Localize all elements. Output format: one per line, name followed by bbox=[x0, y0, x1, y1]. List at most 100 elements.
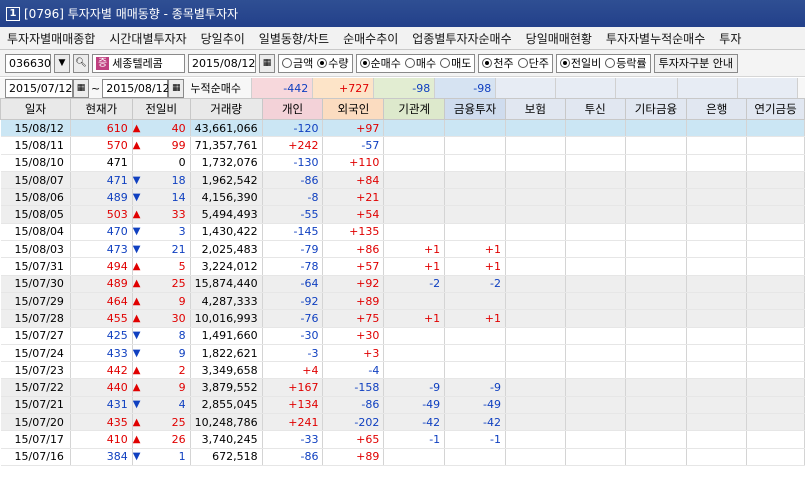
cell-trust bbox=[565, 327, 626, 345]
radio-net-buy[interactable]: 순매수 bbox=[359, 55, 401, 71]
tab-net-buy-trend[interactable]: 순매수추이 bbox=[336, 30, 405, 47]
tab-more[interactable]: 투자 bbox=[712, 30, 748, 47]
dropdown-arrow-icon[interactable]: ▼ bbox=[54, 53, 70, 73]
cell-price: 503 bbox=[70, 205, 133, 224]
tab-daily-chart[interactable]: 일별동향/차트 bbox=[252, 30, 336, 47]
tab-cumulative-net-buy[interactable]: 투자자별누적순매수 bbox=[599, 30, 712, 47]
radio-circle-icon bbox=[517, 58, 528, 68]
col-insurance[interactable]: 보험 bbox=[505, 98, 566, 120]
table-row[interactable]: 15/08/06 489 ▼ 14 4,156,390 -8 +21 bbox=[0, 188, 805, 207]
cell-other-fin bbox=[625, 223, 688, 242]
cell-bank bbox=[686, 171, 748, 190]
cell-other-fin bbox=[625, 378, 688, 397]
cell-other-fin bbox=[625, 188, 688, 207]
up-triangle-icon: ▲ bbox=[132, 433, 141, 445]
col-price[interactable]: 현재가 bbox=[69, 98, 133, 120]
cell-foreign: -86 bbox=[322, 396, 385, 415]
col-foreign[interactable]: 외국인 bbox=[322, 98, 385, 120]
tab-today-trend[interactable]: 당일추이 bbox=[194, 30, 252, 47]
from-date-input[interactable]: 2015/07/12 bbox=[5, 78, 73, 98]
table-row[interactable]: 15/07/20 435 ▲ 25 10,248,786 +241 -202 -42 -42 bbox=[0, 413, 805, 432]
radio-thousand-label: 천주 bbox=[493, 57, 514, 70]
calendar-icon[interactable]: ▦ bbox=[259, 53, 275, 73]
change-value: 25 bbox=[171, 277, 186, 291]
table-row[interactable]: 15/07/31 494 ▲ 5 3,224,012 -78 +57 +1 +1 bbox=[0, 257, 805, 276]
cumulative-label: 누적순매수 bbox=[184, 78, 253, 98]
tab-hourly-investor[interactable]: 시간대별투자자 bbox=[102, 30, 193, 47]
radio-sell[interactable]: 매도 bbox=[440, 55, 471, 71]
table-row[interactable]: 15/07/24 433 ▼ 9 1,822,621 -3 +3 bbox=[0, 344, 805, 363]
cell-price: 473 bbox=[70, 240, 133, 259]
cell-volume: 1,732,076 bbox=[190, 154, 263, 172]
table-row[interactable]: 15/08/07 471 ▼ 18 1,962,542 -86 +84 bbox=[0, 171, 805, 190]
cell-other-fin bbox=[625, 344, 688, 363]
cell-insurance bbox=[505, 327, 566, 345]
radio-rate[interactable]: 등락률 bbox=[605, 55, 647, 71]
table-row[interactable]: 15/07/29 464 ▲ 9 4,287,333 -92 +89 bbox=[0, 292, 805, 311]
table-row[interactable]: 15/07/28 455 ▲ 30 10,016,993 -76 +75 +1 +1 bbox=[0, 309, 805, 328]
cell-trust bbox=[565, 361, 626, 380]
table-row[interactable]: 15/07/30 489 ▲ 25 15,874,440 -64 +92 -2 -2 bbox=[0, 275, 805, 293]
search-icon[interactable]: 🔍︎ bbox=[73, 53, 89, 73]
table-row[interactable]: 15/07/16 384 ▼ 1 672,518 -86 +89 bbox=[0, 448, 805, 466]
col-other-fin[interactable]: 기타금융 bbox=[624, 98, 688, 120]
radio-qty[interactable]: 수량 bbox=[317, 55, 349, 71]
stock-code-input[interactable]: 036630 bbox=[5, 53, 51, 73]
cell-volume: 10,016,993 bbox=[190, 309, 263, 328]
cum-pension bbox=[738, 78, 799, 98]
cell-volume: 15,874,440 bbox=[190, 275, 263, 293]
cell-insurance bbox=[505, 378, 566, 397]
col-trust[interactable]: 투신 bbox=[564, 98, 626, 120]
date-input[interactable]: 2015/08/12 bbox=[188, 53, 256, 73]
radio-thousand[interactable]: 천주 bbox=[482, 55, 514, 71]
cell-price: 489 bbox=[70, 188, 133, 207]
cell-date: 15/07/22 bbox=[0, 378, 71, 397]
table-row[interactable]: 15/08/03 473 ▼ 21 2,025,483 -79 +86 +1 +1 bbox=[0, 240, 805, 259]
change-value: 14 bbox=[171, 190, 186, 204]
cell-insurance bbox=[505, 361, 566, 380]
cell-price: 384 bbox=[70, 448, 133, 466]
col-change[interactable]: 전일비 bbox=[131, 98, 191, 120]
table-row[interactable]: 15/08/04 470 ▼ 3 1,430,422 -145 +135 bbox=[0, 223, 805, 242]
table-row[interactable]: 15/07/17 410 ▲ 26 3,740,245 -33 +65 -1 -1 bbox=[0, 430, 805, 449]
table-row[interactable]: 15/07/23 442 ▲ 2 3,349,658 +4 -4 bbox=[0, 361, 805, 380]
table-row[interactable]: 15/07/22 440 ▲ 9 3,879,552 +167 -158 -9 -9 bbox=[0, 378, 805, 397]
cell-foreign: +89 bbox=[322, 448, 385, 466]
calendar-icon[interactable]: ▦ bbox=[73, 78, 89, 98]
tab-sector-net-buy[interactable]: 업종별투자자순매수 bbox=[405, 30, 518, 47]
calendar-icon[interactable]: ▦ bbox=[168, 78, 185, 98]
col-pension[interactable]: 연기금등 bbox=[746, 98, 805, 120]
col-date[interactable]: 일자 bbox=[0, 98, 71, 120]
col-inst[interactable]: 기관계 bbox=[383, 98, 446, 120]
cell-inst: -2 bbox=[383, 275, 446, 293]
cell-bank bbox=[686, 327, 748, 345]
to-date-input[interactable]: 2015/08/12 bbox=[102, 78, 170, 98]
cell-trust bbox=[565, 309, 626, 328]
down-triangle-icon: ▼ bbox=[132, 191, 141, 203]
radio-buy[interactable]: 매수 bbox=[404, 55, 436, 71]
investor-type-button[interactable]: 투자자구분 안내 bbox=[653, 53, 738, 73]
radio-single[interactable]: 단주 bbox=[517, 55, 549, 71]
tab-investor-summary[interactable]: 투자자별매매종합 bbox=[0, 30, 102, 47]
col-volume[interactable]: 거래량 bbox=[189, 98, 263, 120]
cell-price: 440 bbox=[70, 378, 133, 397]
table-row[interactable]: 15/07/21 431 ▼ 4 2,855,045 +134 -86 -49 -49 bbox=[0, 396, 805, 415]
cell-foreign: +75 bbox=[322, 309, 385, 328]
cell-fin bbox=[444, 361, 506, 380]
table-row[interactable]: 15/07/27 425 ▼ 8 1,491,660 -30 +30 bbox=[0, 327, 805, 345]
stock-name-field[interactable]: 증 세종텔레콤 bbox=[92, 53, 185, 73]
table-row[interactable]: 15/08/05 503 ▲ 33 5,494,493 -55 +54 bbox=[0, 205, 805, 224]
table-row[interactable]: 15/08/11 570 ▲ 99 71,357,761 +242 -57 bbox=[0, 136, 805, 155]
col-bank[interactable]: 은행 bbox=[686, 98, 748, 120]
change-value: 9 bbox=[178, 346, 186, 360]
table-row[interactable]: 15/08/12 610 ▲ 40 43,661,066 -120 +97 bbox=[0, 119, 805, 138]
col-gaein[interactable]: 개인 bbox=[261, 98, 324, 120]
radio-amount[interactable]: 금액 bbox=[282, 55, 313, 71]
cell-date: 15/07/16 bbox=[0, 448, 71, 466]
tab-today-trade[interactable]: 당일매매현황 bbox=[519, 30, 599, 47]
window-title: [0796] 투자자별 매매동향 - 종목별투자자 bbox=[24, 7, 239, 21]
col-fin[interactable]: 금융투자 bbox=[444, 98, 506, 120]
table-row[interactable]: 15/08/10 471 0 1,732,076 -130 +110 bbox=[0, 154, 805, 172]
cell-insurance bbox=[505, 136, 566, 155]
radio-prev-day[interactable]: 전일비 bbox=[559, 55, 601, 71]
